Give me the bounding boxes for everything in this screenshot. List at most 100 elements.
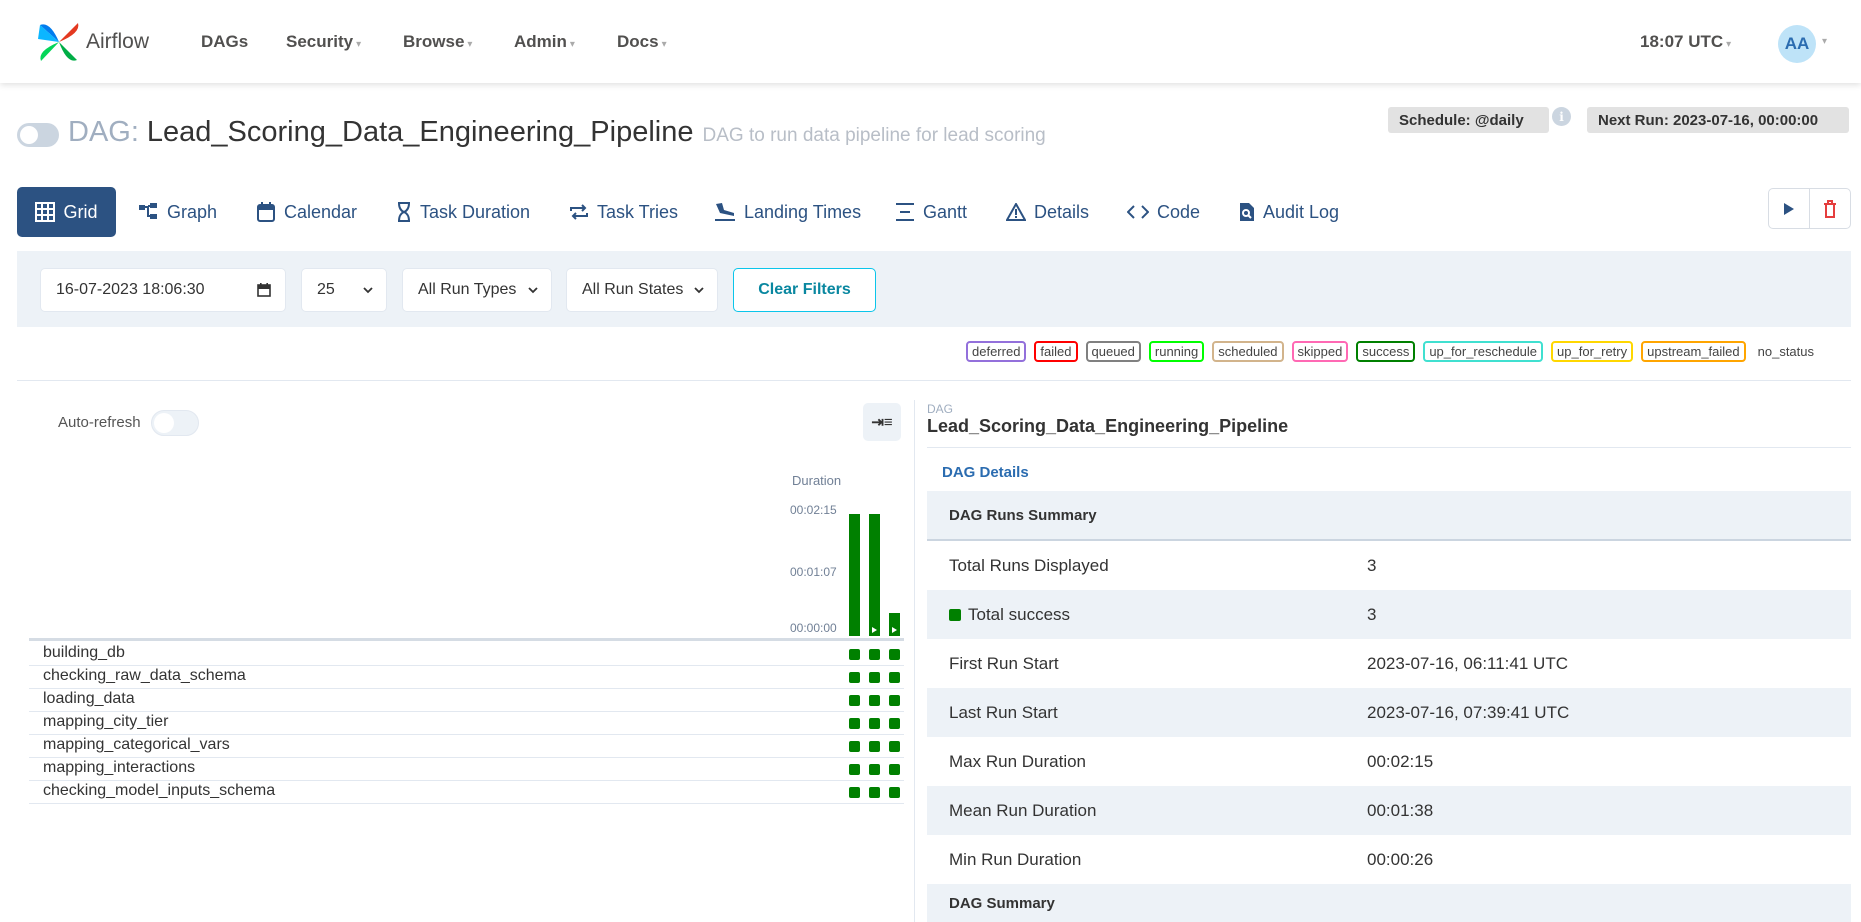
nav-security[interactable]: Security ▾ [286, 32, 361, 52]
clear-filters-button[interactable]: Clear Filters [733, 268, 876, 312]
legend-scheduled[interactable]: scheduled [1212, 341, 1284, 362]
legend-success[interactable]: success [1356, 341, 1416, 362]
task-instance-square[interactable] [889, 718, 900, 729]
panel-divider[interactable] [914, 400, 915, 922]
task-row[interactable]: checking_raw_data_schema [29, 666, 904, 689]
task-instance-square[interactable] [869, 764, 880, 775]
delete-dag-button[interactable] [1809, 188, 1851, 229]
task-instance-square[interactable] [869, 672, 880, 683]
schedule-badge: Schedule: @daily [1388, 107, 1549, 133]
task-row[interactable]: mapping_categorical_vars [29, 735, 904, 758]
task-instance-square[interactable] [889, 672, 900, 683]
chevron-down-icon: ▾ [569, 39, 575, 50]
task-row[interactable]: mapping_interactions [29, 758, 904, 781]
chevron-down-icon[interactable]: ▾ [1822, 36, 1827, 47]
task-instance-square[interactable] [869, 718, 880, 729]
task-name[interactable]: mapping_categorical_vars [43, 736, 230, 754]
chevron-down-icon [363, 287, 373, 294]
task-instance-square[interactable] [889, 695, 900, 706]
tab-grid[interactable]: Grid [17, 187, 116, 237]
num-runs-select[interactable]: 25 [301, 268, 387, 312]
legend-deferred[interactable]: deferred [966, 341, 1027, 362]
legend-running[interactable]: running [1148, 341, 1205, 362]
calendar-icon [256, 202, 276, 222]
task-name[interactable]: loading_data [43, 690, 135, 708]
task-instance-square[interactable] [869, 787, 880, 798]
duration-axis-label: Duration [792, 473, 842, 488]
task-instance-square[interactable] [869, 741, 880, 752]
task-instance-square[interactable] [889, 741, 900, 752]
legend-skipped[interactable]: skipped [1291, 341, 1349, 362]
legend-queued[interactable]: queued [1085, 341, 1141, 362]
tab-task-duration[interactable]: Task Duration [396, 187, 530, 237]
tab-landing-times[interactable]: Landing Times [714, 187, 861, 237]
user-avatar[interactable]: AA [1778, 25, 1816, 63]
divider [927, 447, 1851, 448]
task-instance-square[interactable] [889, 649, 900, 660]
run-duration-bar[interactable] [889, 613, 900, 636]
task-row[interactable]: checking_model_inputs_schema [29, 781, 904, 804]
breadcrumb[interactable]: Lead_Scoring_Data_Engineering_Pipeline [927, 416, 1288, 437]
summary-value: 00:02:15 [1367, 751, 1434, 771]
nav-browse-label: Browse [403, 32, 465, 51]
legend-up-for-reschedule[interactable]: up_for_reschedule [1423, 341, 1544, 362]
legend-up-for-retry[interactable]: up_for_retry [1551, 341, 1634, 362]
calendar-icon[interactable] [257, 283, 271, 297]
task-instance-square[interactable] [849, 695, 860, 706]
logo-text: Airflow [86, 30, 150, 53]
task-row[interactable]: mapping_city_tier [29, 712, 904, 735]
task-instance-square[interactable] [889, 787, 900, 798]
task-instance-square[interactable] [849, 718, 860, 729]
task-name[interactable]: mapping_interactions [43, 759, 195, 777]
task-row[interactable]: loading_data [29, 689, 904, 712]
retry-icon [569, 203, 589, 221]
page-title: DAG: Lead_Scoring_Data_Engineering_Pipel… [68, 116, 1046, 149]
task-instance-square[interactable] [849, 787, 860, 798]
task-instance-square[interactable] [849, 741, 860, 752]
base-date-input[interactable]: 16-07-2023 18:06:30 [40, 268, 286, 312]
tab-calendar[interactable]: Calendar [256, 187, 357, 237]
task-row[interactable]: building_db [29, 643, 904, 666]
task-name[interactable]: checking_raw_data_schema [43, 667, 246, 685]
run-duration-bar[interactable] [849, 514, 860, 636]
task-name[interactable]: building_db [43, 644, 125, 662]
trigger-dag-button[interactable] [1768, 188, 1810, 229]
legend-no-status[interactable]: no_status [1754, 343, 1818, 360]
run-duration-bar[interactable] [869, 514, 880, 636]
task-name[interactable]: checking_model_inputs_schema [43, 782, 275, 800]
auto-refresh-toggle[interactable] [151, 410, 199, 436]
dag-id[interactable]: Lead_Scoring_Data_Engineering_Pipeline [147, 116, 694, 149]
tab-gantt[interactable]: Gantt [895, 187, 967, 237]
tab-graph[interactable]: Graph [139, 187, 217, 237]
nav-browse[interactable]: Browse ▾ [403, 32, 472, 52]
task-name[interactable]: mapping_city_tier [43, 713, 168, 731]
pause-dag-toggle[interactable] [17, 123, 59, 147]
nav-docs[interactable]: Docs ▾ [617, 32, 667, 52]
tab-audit-log[interactable]: Audit Log [1239, 187, 1339, 237]
task-instance-square[interactable] [849, 764, 860, 775]
run-states-select[interactable]: All Run States [566, 268, 718, 312]
timezone-dropdown[interactable]: 18:07 UTC ▾ [1640, 32, 1731, 52]
num-runs-value: 25 [317, 281, 335, 298]
info-icon[interactable]: i [1552, 107, 1571, 126]
airflow-logo[interactable]: Airflow [36, 19, 149, 65]
task-instance-square[interactable] [849, 672, 860, 683]
summary-key-text: Total success [968, 604, 1071, 624]
legend-failed[interactable]: failed [1034, 341, 1078, 362]
tab-task-tries[interactable]: Task Tries [569, 187, 678, 237]
tab-dag-details[interactable]: DAG Details [942, 464, 1029, 481]
tab-details[interactable]: Details [1006, 187, 1089, 237]
task-instance-square[interactable] [889, 764, 900, 775]
task-instance-square[interactable] [869, 695, 880, 706]
task-instance-square[interactable] [869, 649, 880, 660]
legend-upstream-failed[interactable]: upstream_failed [1641, 341, 1746, 362]
collapse-details-button[interactable]: ⇥≡ [863, 403, 901, 441]
tab-code[interactable]: Code [1127, 187, 1200, 237]
file-search-icon [1239, 202, 1255, 222]
task-instance-square[interactable] [849, 649, 860, 660]
summary-value: 3 [1367, 555, 1377, 575]
nav-dags[interactable]: DAGs [201, 32, 248, 52]
chevron-down-icon [528, 287, 538, 294]
run-types-select[interactable]: All Run Types [402, 268, 552, 312]
nav-admin[interactable]: Admin ▾ [514, 32, 575, 52]
